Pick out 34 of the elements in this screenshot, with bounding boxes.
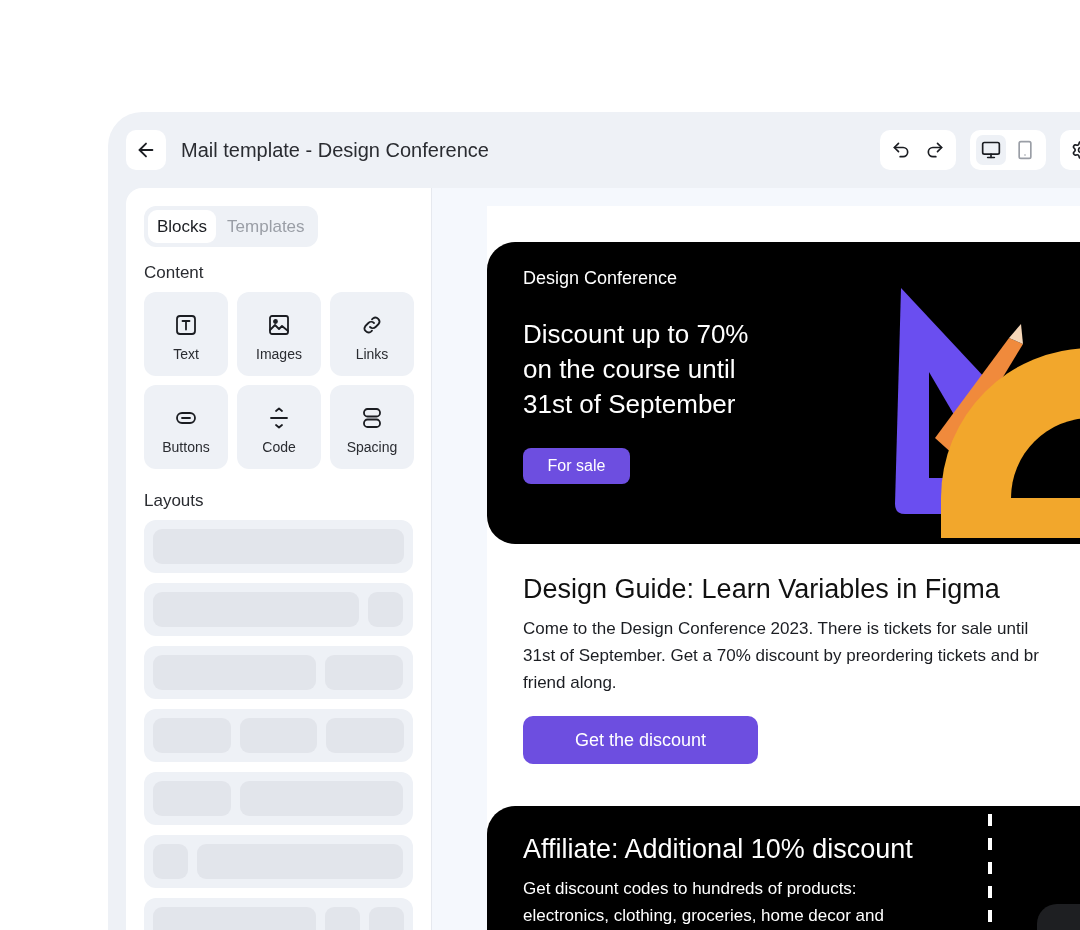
block-tile[interactable]: Buttons — [144, 385, 228, 469]
phone-icon — [1015, 140, 1035, 160]
article-text: Come to the Design Conference 2023. There is tickets for sale until 31st of September. Get a 70% discount by preordering tickets and br friend along. — [523, 618, 1039, 694]
affiliate-text: Get discount codes to hundreds of products: electronics, clothing, groceries, home decor and — [523, 878, 884, 927]
sidebar-tab[interactable]: Blocks — [148, 210, 217, 243]
discount-button[interactable]: Get the discount — [523, 716, 758, 764]
layout-option[interactable] — [144, 520, 413, 573]
back-button[interactable] — [126, 130, 166, 170]
hero-heading: Discount up to 70% on the course until 31st of September — [523, 318, 749, 421]
monitor-icon — [981, 140, 1001, 160]
redo-icon — [925, 140, 945, 160]
layout-option[interactable] — [144, 583, 413, 636]
spacing-icon — [360, 405, 384, 430]
block-tile[interactable]: Links — [330, 292, 414, 376]
block-tile[interactable]: Spacing — [330, 385, 414, 469]
sale-button[interactable]: For sale — [523, 448, 630, 484]
image-icon — [267, 312, 291, 337]
layout-option[interactable] — [144, 709, 413, 762]
layout-option[interactable] — [144, 646, 413, 699]
layout-option[interactable] — [144, 772, 413, 825]
block-tile[interactable]: Text — [144, 292, 228, 376]
hero-eyebrow: Design Conference — [523, 268, 678, 289]
window-title: Mail template - Design Conference — [181, 138, 489, 162]
affiliate-heading: Affiliate: Additional 10% discount — [523, 834, 914, 865]
text-icon — [174, 312, 198, 337]
desktop-view-button[interactable] — [976, 135, 1006, 165]
section-title: Content — [144, 263, 205, 283]
block-tile[interactable]: Code — [237, 385, 321, 469]
undo-icon — [891, 140, 911, 160]
block-tile[interactable]: Images — [237, 292, 321, 376]
article-heading: Design Guide: Learn Variables in Figma — [523, 574, 1000, 605]
layout-option[interactable] — [144, 835, 413, 888]
section-title: Layouts — [144, 491, 205, 511]
divider-icon — [267, 405, 291, 430]
